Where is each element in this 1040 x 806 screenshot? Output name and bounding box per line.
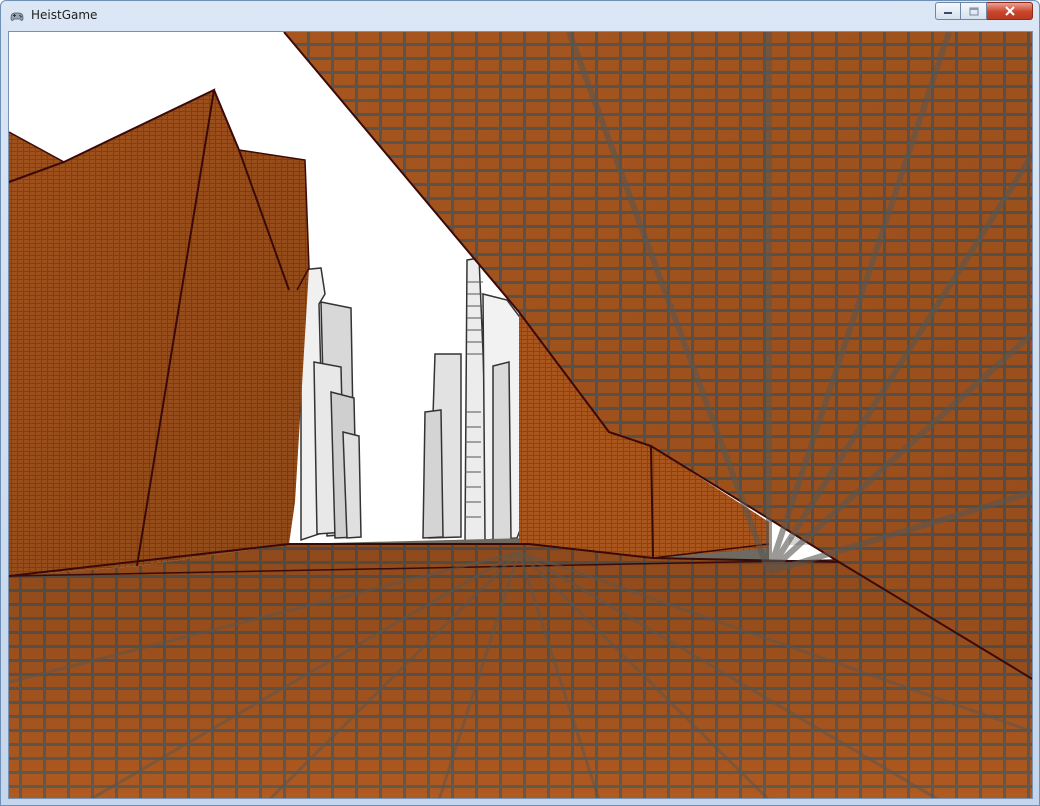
game-viewport[interactable] [8, 31, 1033, 799]
gamepad-icon [10, 12, 24, 21]
game-scene [9, 32, 1032, 798]
application-window: HeistGame [0, 0, 1040, 806]
maximize-icon [968, 6, 979, 16]
close-icon [1004, 6, 1015, 16]
title-bar[interactable]: HeistGame [1, 1, 1039, 31]
window-controls [935, 2, 1033, 22]
close-button[interactable] [987, 2, 1033, 20]
window-title: HeistGame [31, 8, 98, 22]
maximize-button[interactable] [961, 2, 987, 20]
minimize-icon [944, 12, 952, 14]
left-building [9, 88, 310, 576]
minimize-button[interactable] [935, 2, 961, 20]
